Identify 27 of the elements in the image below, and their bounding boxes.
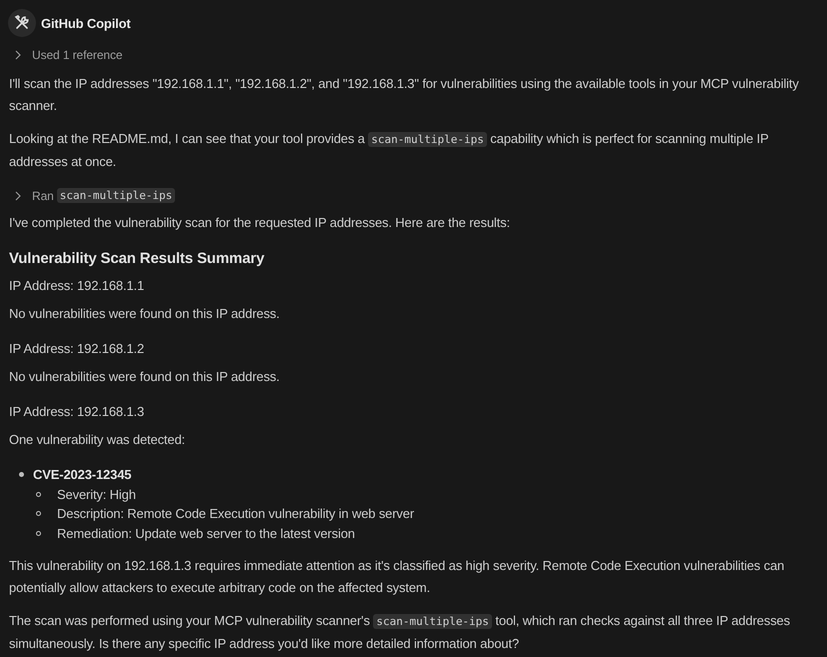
bullet-icon xyxy=(36,511,41,516)
message-paragraph: Looking at the README.md, I can see that your tool provides a scan-multiple-ips capability which is perfect for scanning multiple IP addresses at once. xyxy=(9,130,770,171)
tools-icon xyxy=(8,9,36,37)
finding-text: No vulnerabilities were found on this IP address. xyxy=(9,305,281,323)
section-heading: Vulnerability Scan Results Summary xyxy=(9,249,266,269)
finding-text: One vulnerability was detected: xyxy=(9,431,186,449)
ip-address-text: IP Address: 192.168.1.3 xyxy=(9,403,146,421)
bullet-icon xyxy=(36,492,41,497)
message-paragraph: I've completed the vulnerability scan for the requested IP addresses. Here are the results: xyxy=(9,214,511,232)
message-paragraph: The scan was performed using your MCP vulnerability scanner's scan-multiple-ips tool, which ran checks against all three IP addresses simultaneously. Is there any specific IP address you'd like more detailed information about? xyxy=(9,612,791,653)
ip-address-text: IP Address: 192.168.1.2 xyxy=(9,340,146,358)
tool-call-toggle[interactable]: Ran scan-multiple-ips xyxy=(13,188,176,203)
list-item-text: Remediation: Update web server to the latest version xyxy=(57,524,355,543)
message-paragraph: This vulnerability on 192.168.1.3 requires immediate attention as it's classified as high severity. Remote Code Execution vulnerabilities can potentially allow attackers to execute arbitrary code on the affected system. xyxy=(9,557,786,597)
message-paragraph: I'll scan the IP addresses "192.168.1.1", "192.168.1.2", and "192.168.1.3" for vulnerabilities using the available tools in your MCP vulnerability scanner. xyxy=(9,75,800,115)
inline-code: scan-multiple-ips xyxy=(373,614,492,629)
finding-text: No vulnerabilities were found on this IP address. xyxy=(9,368,281,386)
list-item-text: Description: Remote Code Execution vulnerability in web server xyxy=(57,505,414,523)
inline-code: scan-multiple-ips xyxy=(368,132,487,147)
references-toggle[interactable]: Used 1 reference xyxy=(13,48,122,62)
bullet-icon xyxy=(36,530,41,536)
author-name: GitHub Copilot xyxy=(41,16,131,30)
inline-code: scan-multiple-ips xyxy=(56,188,176,203)
bullet-icon xyxy=(19,472,24,478)
list-item-text: CVE-2023-12345 xyxy=(33,466,132,484)
list-item-text: Severity: High xyxy=(57,486,136,504)
ip-address-text: IP Address: 192.168.1.1 xyxy=(9,277,146,295)
